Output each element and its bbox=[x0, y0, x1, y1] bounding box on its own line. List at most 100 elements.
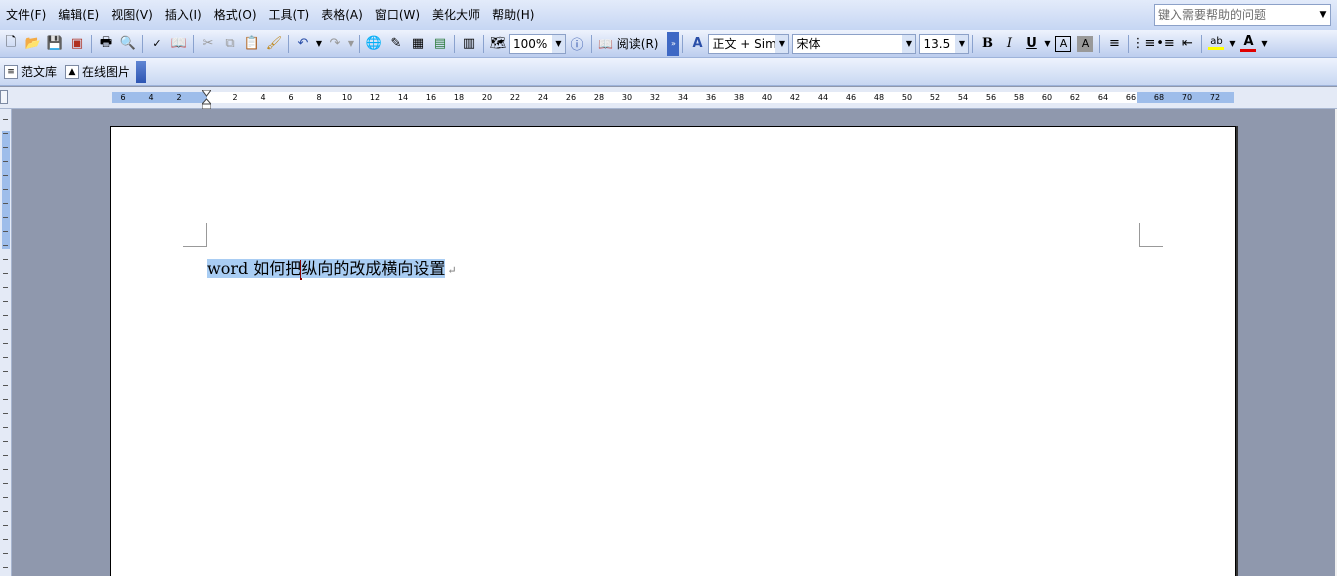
vertical-ruler-tick bbox=[3, 203, 8, 204]
highlight-color-bar bbox=[1208, 47, 1225, 50]
redo-icon[interactable]: ↷ bbox=[324, 33, 346, 55]
document-map-icon[interactable]: 🗺 bbox=[487, 33, 509, 55]
menu-file[interactable]: 文件(F) bbox=[0, 4, 52, 26]
menu-table[interactable]: 表格(A) bbox=[315, 4, 369, 26]
align-icon[interactable]: ≡ bbox=[1103, 33, 1125, 55]
vertical-ruler-tick bbox=[3, 217, 8, 218]
chevron-down-icon[interactable]: ▼ bbox=[1042, 33, 1052, 55]
bold-button[interactable]: B bbox=[976, 33, 998, 55]
menu-tools[interactable]: 工具(T) bbox=[263, 4, 316, 26]
char-border-button[interactable]: A bbox=[1055, 35, 1072, 52]
toolbar-options-icon[interactable]: » bbox=[667, 31, 680, 56]
separator bbox=[193, 34, 194, 53]
new-document-icon[interactable]: 🗋 bbox=[0, 33, 22, 55]
numbered-list-icon[interactable]: ⋮≡ bbox=[1132, 33, 1156, 55]
ruler-tick-label: 28 bbox=[593, 93, 605, 102]
insert-table-icon[interactable]: ▦ bbox=[407, 33, 429, 55]
cut-icon[interactable]: ✂ bbox=[197, 33, 219, 55]
print-preview-icon[interactable]: 🔍 bbox=[117, 33, 139, 55]
ruler-tick-label: 18 bbox=[453, 93, 465, 102]
insert-excel-icon[interactable]: ▤ bbox=[429, 33, 451, 55]
toolbar-options-icon[interactable] bbox=[136, 60, 147, 83]
vertical-ruler-tick bbox=[3, 175, 8, 176]
menu-window[interactable]: 窗口(W) bbox=[369, 4, 426, 26]
permission-icon[interactable]: ▣ bbox=[66, 33, 88, 55]
paste-icon[interactable]: 📋 bbox=[241, 33, 263, 55]
indent-marker[interactable] bbox=[202, 90, 211, 109]
chevron-down-icon[interactable]: ▼ bbox=[955, 34, 969, 53]
vertical-ruler-tick bbox=[3, 413, 8, 414]
font-select[interactable]: 宋体 ▼ bbox=[792, 33, 917, 54]
chevron-down-icon[interactable]: ▼ bbox=[1227, 33, 1237, 55]
vertical-ruler[interactable] bbox=[0, 109, 12, 576]
ruler-tick-label: 10 bbox=[341, 93, 353, 102]
undo-icon[interactable]: ↶ bbox=[292, 33, 314, 55]
menu-help[interactable]: 帮助(H) bbox=[486, 4, 540, 26]
format-painter-icon[interactable]: 🖌 bbox=[263, 33, 285, 55]
separator bbox=[1128, 34, 1130, 53]
menu-edit[interactable]: 编辑(E) bbox=[52, 4, 105, 26]
style-value: 正文 + Sim bbox=[712, 36, 777, 51]
research-icon[interactable]: 📖 bbox=[168, 33, 190, 55]
highlight-button[interactable]: ab bbox=[1205, 33, 1227, 55]
chevron-down-icon[interactable]: ▼ bbox=[775, 34, 789, 53]
vertical-ruler-tick bbox=[3, 189, 8, 190]
separator bbox=[591, 34, 592, 53]
decrease-indent-icon[interactable]: ⇤ bbox=[1176, 33, 1198, 55]
vertical-ruler-tick bbox=[3, 483, 8, 484]
toolbar-standard: 🗋 📂 💾 ▣ 🖶 🔍 ✓ 📖 ✂ ⧉ 📋 🖌 ↶ ▼ ↷ ▼ 🌐 ✎ ▦ ▤ … bbox=[0, 30, 1337, 58]
chevron-down-icon[interactable]: ▼ bbox=[346, 33, 356, 55]
read-mode-button[interactable]: 📖 阅读(R) bbox=[595, 34, 661, 54]
template-library-label: 范文库 bbox=[21, 65, 58, 79]
ruler-tick-label: 12 bbox=[369, 93, 381, 102]
style-select[interactable]: 正文 + Sim ▼ bbox=[708, 33, 790, 54]
font-size-select[interactable]: 13.5 ▼ bbox=[919, 33, 970, 54]
vertical-ruler-tick bbox=[3, 525, 8, 526]
selected-text-before-cursor[interactable]: word 如何把 bbox=[207, 259, 302, 278]
zoom-value: 100% bbox=[513, 36, 548, 51]
help-icon[interactable]: ⓘ bbox=[566, 33, 588, 55]
columns-icon[interactable]: ▥ bbox=[458, 33, 480, 55]
document-page[interactable]: word 如何把纵向的改成横向设置 ↵ bbox=[110, 126, 1236, 576]
styles-formatting-icon[interactable]: A bbox=[686, 33, 708, 55]
underline-button[interactable]: U bbox=[1020, 33, 1042, 55]
menu-bar: 文件(F) 编辑(E) 视图(V) 插入(I) 格式(O) 工具(T) 表格(A… bbox=[0, 0, 1337, 30]
save-icon[interactable]: 💾 bbox=[44, 33, 66, 55]
ruler-tick-label: 66 bbox=[1125, 93, 1137, 102]
zoom-select[interactable]: 100% ▼ bbox=[509, 33, 566, 54]
document-paragraph[interactable]: word 如何把纵向的改成横向设置 ↵ bbox=[207, 257, 457, 280]
menu-insert[interactable]: 插入(I) bbox=[159, 4, 208, 26]
spelling-icon[interactable]: ✓ bbox=[146, 33, 168, 55]
font-color-button[interactable]: A bbox=[1237, 33, 1259, 55]
print-icon[interactable]: 🖶 bbox=[95, 33, 117, 55]
tab-selector-button[interactable] bbox=[0, 90, 8, 104]
horizontal-ruler[interactable]: 6 4 2 2 4 6 8 10 12 14 16 18 20 22 24 26 28 30 32 34 36 38 40 4… bbox=[0, 87, 1337, 109]
chevron-down-icon[interactable]: ▼ bbox=[552, 34, 565, 53]
template-library-button[interactable]: ≡ 范文库 bbox=[0, 61, 61, 83]
italic-button[interactable]: I bbox=[998, 33, 1020, 55]
ruler-tick-label: 20 bbox=[481, 93, 493, 102]
vertical-ruler-tick bbox=[3, 469, 8, 470]
chevron-down-icon[interactable]: ▼ bbox=[902, 34, 916, 53]
bullet-list-icon[interactable]: •≡ bbox=[1154, 33, 1176, 55]
menu-format[interactable]: 格式(O) bbox=[208, 4, 263, 26]
copy-icon[interactable]: ⧉ bbox=[219, 33, 241, 55]
tables-borders-icon[interactable]: ✎ bbox=[385, 33, 407, 55]
online-images-button[interactable]: ▲ 在线图片 bbox=[61, 61, 134, 83]
selected-text-after-cursor[interactable]: 纵向的改成横向设置 bbox=[301, 259, 446, 278]
open-folder-icon[interactable]: 📂 bbox=[22, 33, 44, 55]
vertical-ruler-tick bbox=[3, 315, 8, 316]
char-shading-button[interactable]: A bbox=[1077, 35, 1094, 52]
chevron-down-icon[interactable]: ▼ bbox=[1316, 5, 1330, 25]
chevron-down-icon[interactable]: ▼ bbox=[314, 33, 324, 55]
hyperlink-icon[interactable]: 🌐 bbox=[363, 33, 385, 55]
help-search-input[interactable]: 键入需要帮助的问题 ▼ bbox=[1154, 4, 1331, 26]
ruler-tick-label: 24 bbox=[537, 93, 549, 102]
menu-beautify[interactable]: 美化大师 bbox=[426, 4, 486, 26]
menu-view[interactable]: 视图(V) bbox=[105, 4, 159, 26]
document-icon: ≡ bbox=[4, 64, 18, 79]
separator bbox=[483, 34, 484, 53]
vertical-ruler-tick bbox=[3, 343, 8, 344]
ruler-left-margin bbox=[112, 92, 207, 103]
chevron-down-icon[interactable]: ▼ bbox=[1259, 33, 1269, 55]
